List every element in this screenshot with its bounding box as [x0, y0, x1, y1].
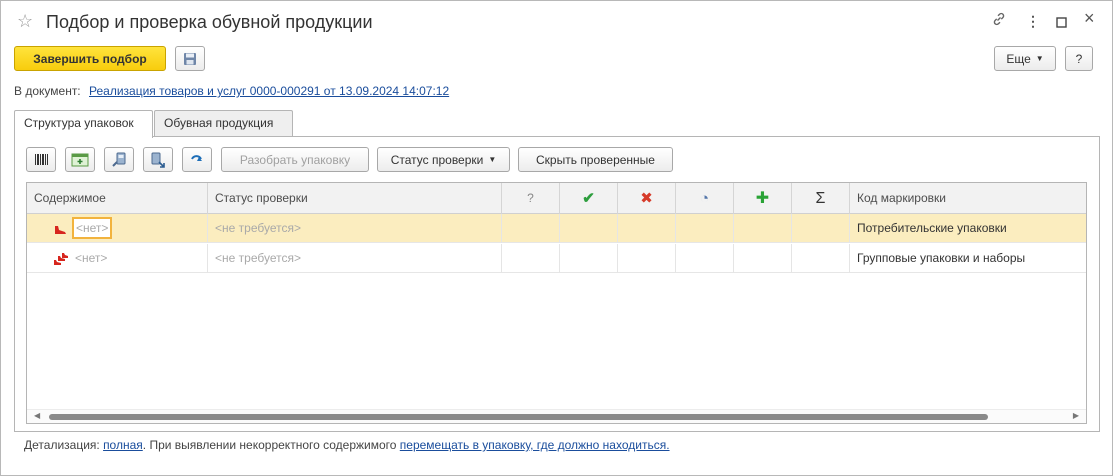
move-to-package-link[interactable]: перемещать в упаковку, где должно находи… [400, 438, 670, 452]
scroll-right-icon[interactable]: ▶ [1073, 411, 1079, 420]
form-window: ☆ Подбор и проверка обувной продукции ⋮ … [0, 0, 1113, 476]
count-cell [792, 214, 850, 243]
shoe-icon [55, 225, 66, 234]
scanner-device-icon [112, 152, 126, 167]
count-cell [502, 214, 560, 243]
package-structure-panel: Разобрать упаковку Статус проверки ▼ Скры… [14, 136, 1100, 432]
marking-code-cell[interactable]: Потребительские упаковки [850, 214, 1086, 243]
floppy-disk-icon [184, 52, 196, 65]
count-cell [734, 214, 792, 243]
table-add-icon [71, 153, 89, 166]
status-cell[interactable]: <не требуется> [208, 214, 502, 243]
title-bar: ☆ Подбор и проверка обувной продукции ⋮ … [1, 1, 1112, 41]
count-cell [676, 214, 734, 243]
document-link[interactable]: Реализация товаров и услуг 0000-000291 о… [89, 84, 449, 98]
content-value: <нет> [75, 251, 108, 265]
shoes-group-icon [54, 252, 68, 265]
document-label: В документ: [14, 84, 81, 98]
chevron-down-icon: ▼ [488, 155, 497, 164]
close-icon[interactable]: × [1084, 9, 1095, 27]
header-sum-icon[interactable]: Σ [792, 183, 850, 214]
count-cell [618, 244, 676, 273]
terminal-arrow-icon [151, 152, 165, 168]
marking-code-cell[interactable]: Групповые упаковки и наборы [850, 244, 1086, 273]
count-cell [618, 214, 676, 243]
hide-checked-button[interactable]: Скрыть проверенные [518, 147, 673, 172]
more-menu-button[interactable]: Еще ▼ [994, 46, 1056, 71]
help-button[interactable]: ? [1065, 46, 1093, 71]
add-package-button[interactable] [65, 147, 95, 172]
save-button[interactable] [175, 46, 205, 71]
content-cell[interactable]: <нет> [27, 244, 208, 273]
maximize-square-icon [1056, 17, 1067, 28]
link-icon[interactable] [991, 11, 1007, 31]
count-cell [560, 244, 618, 273]
header-content[interactable]: Содержимое [27, 183, 208, 214]
detail-prefix: Детализация: [24, 438, 104, 452]
scrollbar-thumb[interactable] [49, 414, 988, 420]
count-cell [734, 244, 792, 273]
footer-note: Детализация: полная. При выявлении некор… [24, 438, 670, 452]
check-status-dropdown[interactable]: Статус проверки ▼ [377, 147, 510, 172]
horizontal-scrollbar[interactable]: ◀ ▶ [27, 409, 1086, 423]
header-check-status[interactable]: Статус проверки [208, 183, 502, 214]
count-cell [560, 214, 618, 243]
tab-footwear-products[interactable]: Обувная продукция [154, 110, 293, 137]
content-value: <нет> [72, 217, 113, 239]
table-row[interactable]: <нет> <не требуется> Потребительские упа… [27, 214, 1086, 243]
scanner-button[interactable] [104, 147, 134, 172]
table-header: Содержимое Статус проверки ? ✔ ✖ ◔ ✚ Σ К… [27, 183, 1086, 214]
more-menu-label: Еще [1006, 51, 1031, 66]
status-cell[interactable]: <не требуется> [208, 244, 502, 273]
form-title: Подбор и проверка обувной продукции [46, 12, 373, 32]
scroll-left-icon[interactable]: ◀ [34, 411, 40, 420]
terminal-download-button[interactable] [143, 147, 173, 172]
content-cell[interactable]: <нет> [27, 214, 208, 243]
header-checked-icon[interactable]: ✔ [560, 183, 618, 214]
link-chain-icon [993, 12, 1005, 26]
document-line: В документ: Реализация товаров и услуг 0… [14, 84, 449, 98]
curved-arrow-icon [191, 154, 202, 161]
footer-middle-text: . При выявлении некорректного содержимог… [142, 438, 400, 452]
header-added-icon[interactable]: ✚ [734, 183, 792, 214]
header-question[interactable]: ? [502, 183, 560, 214]
packages-table: Содержимое Статус проверки ? ✔ ✖ ◔ ✚ Σ К… [26, 182, 1087, 424]
disassemble-package-button[interactable]: Разобрать упаковку [221, 147, 369, 172]
more-vertical-icon[interactable]: ⋮ [1026, 12, 1040, 30]
finish-selection-button[interactable]: Завершить подбор [14, 46, 166, 71]
table-row[interactable]: <нет> <не требуется> Групповые упаковки … [27, 244, 1086, 273]
check-status-label: Статус проверки [390, 152, 484, 167]
header-marking-code[interactable]: Код маркировки [850, 183, 1086, 214]
scan-barcode-button[interactable] [26, 147, 56, 172]
barcode-icon [35, 153, 48, 165]
detail-link[interactable]: полная [103, 438, 143, 452]
header-partial-icon[interactable]: ◔ [676, 183, 734, 214]
favorite-star-icon[interactable]: ☆ [17, 11, 33, 31]
count-cell [502, 244, 560, 273]
count-cell [792, 244, 850, 273]
redo-button[interactable] [182, 147, 212, 172]
maximize-icon[interactable] [1056, 14, 1067, 32]
tab-package-structure[interactable]: Структура упаковок [14, 110, 153, 138]
header-error-icon[interactable]: ✖ [618, 183, 676, 214]
chevron-down-icon: ▼ [1035, 54, 1044, 63]
count-cell [676, 244, 734, 273]
